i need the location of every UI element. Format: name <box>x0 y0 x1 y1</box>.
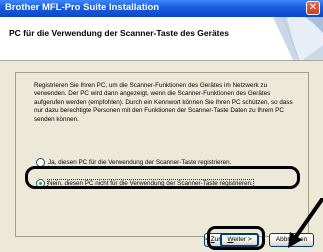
pointer-arrow-icon <box>288 198 323 248</box>
highlight-circle-next <box>207 226 265 250</box>
option-yes-label: Ja, diesen PC für die Verwendung der Sca… <box>48 158 232 166</box>
content-panel: Registrieren Sie Ihren PC, um die Scanne… <box>15 72 309 237</box>
wizard-graphic-icon <box>273 17 323 60</box>
close-icon: ✕ <box>308 2 318 13</box>
highlight-circle-option <box>25 166 300 189</box>
close-button[interactable]: ✕ <box>306 1 320 15</box>
window-title: Brother MFL-Pro Suite Installation <box>5 2 160 13</box>
wizard-header: PC für die Verwendung der Scanner-Taste … <box>0 17 323 61</box>
title-bar: Brother MFL-Pro Suite Installation ✕ <box>0 0 323 17</box>
description-text: Registrieren Sie Ihren PC, um die Scanne… <box>34 82 293 123</box>
dialog-body: Registrieren Sie Ihren PC, um die Scanne… <box>0 61 323 252</box>
page-title: PC für die Verwendung der Scanner-Taste … <box>9 28 229 38</box>
